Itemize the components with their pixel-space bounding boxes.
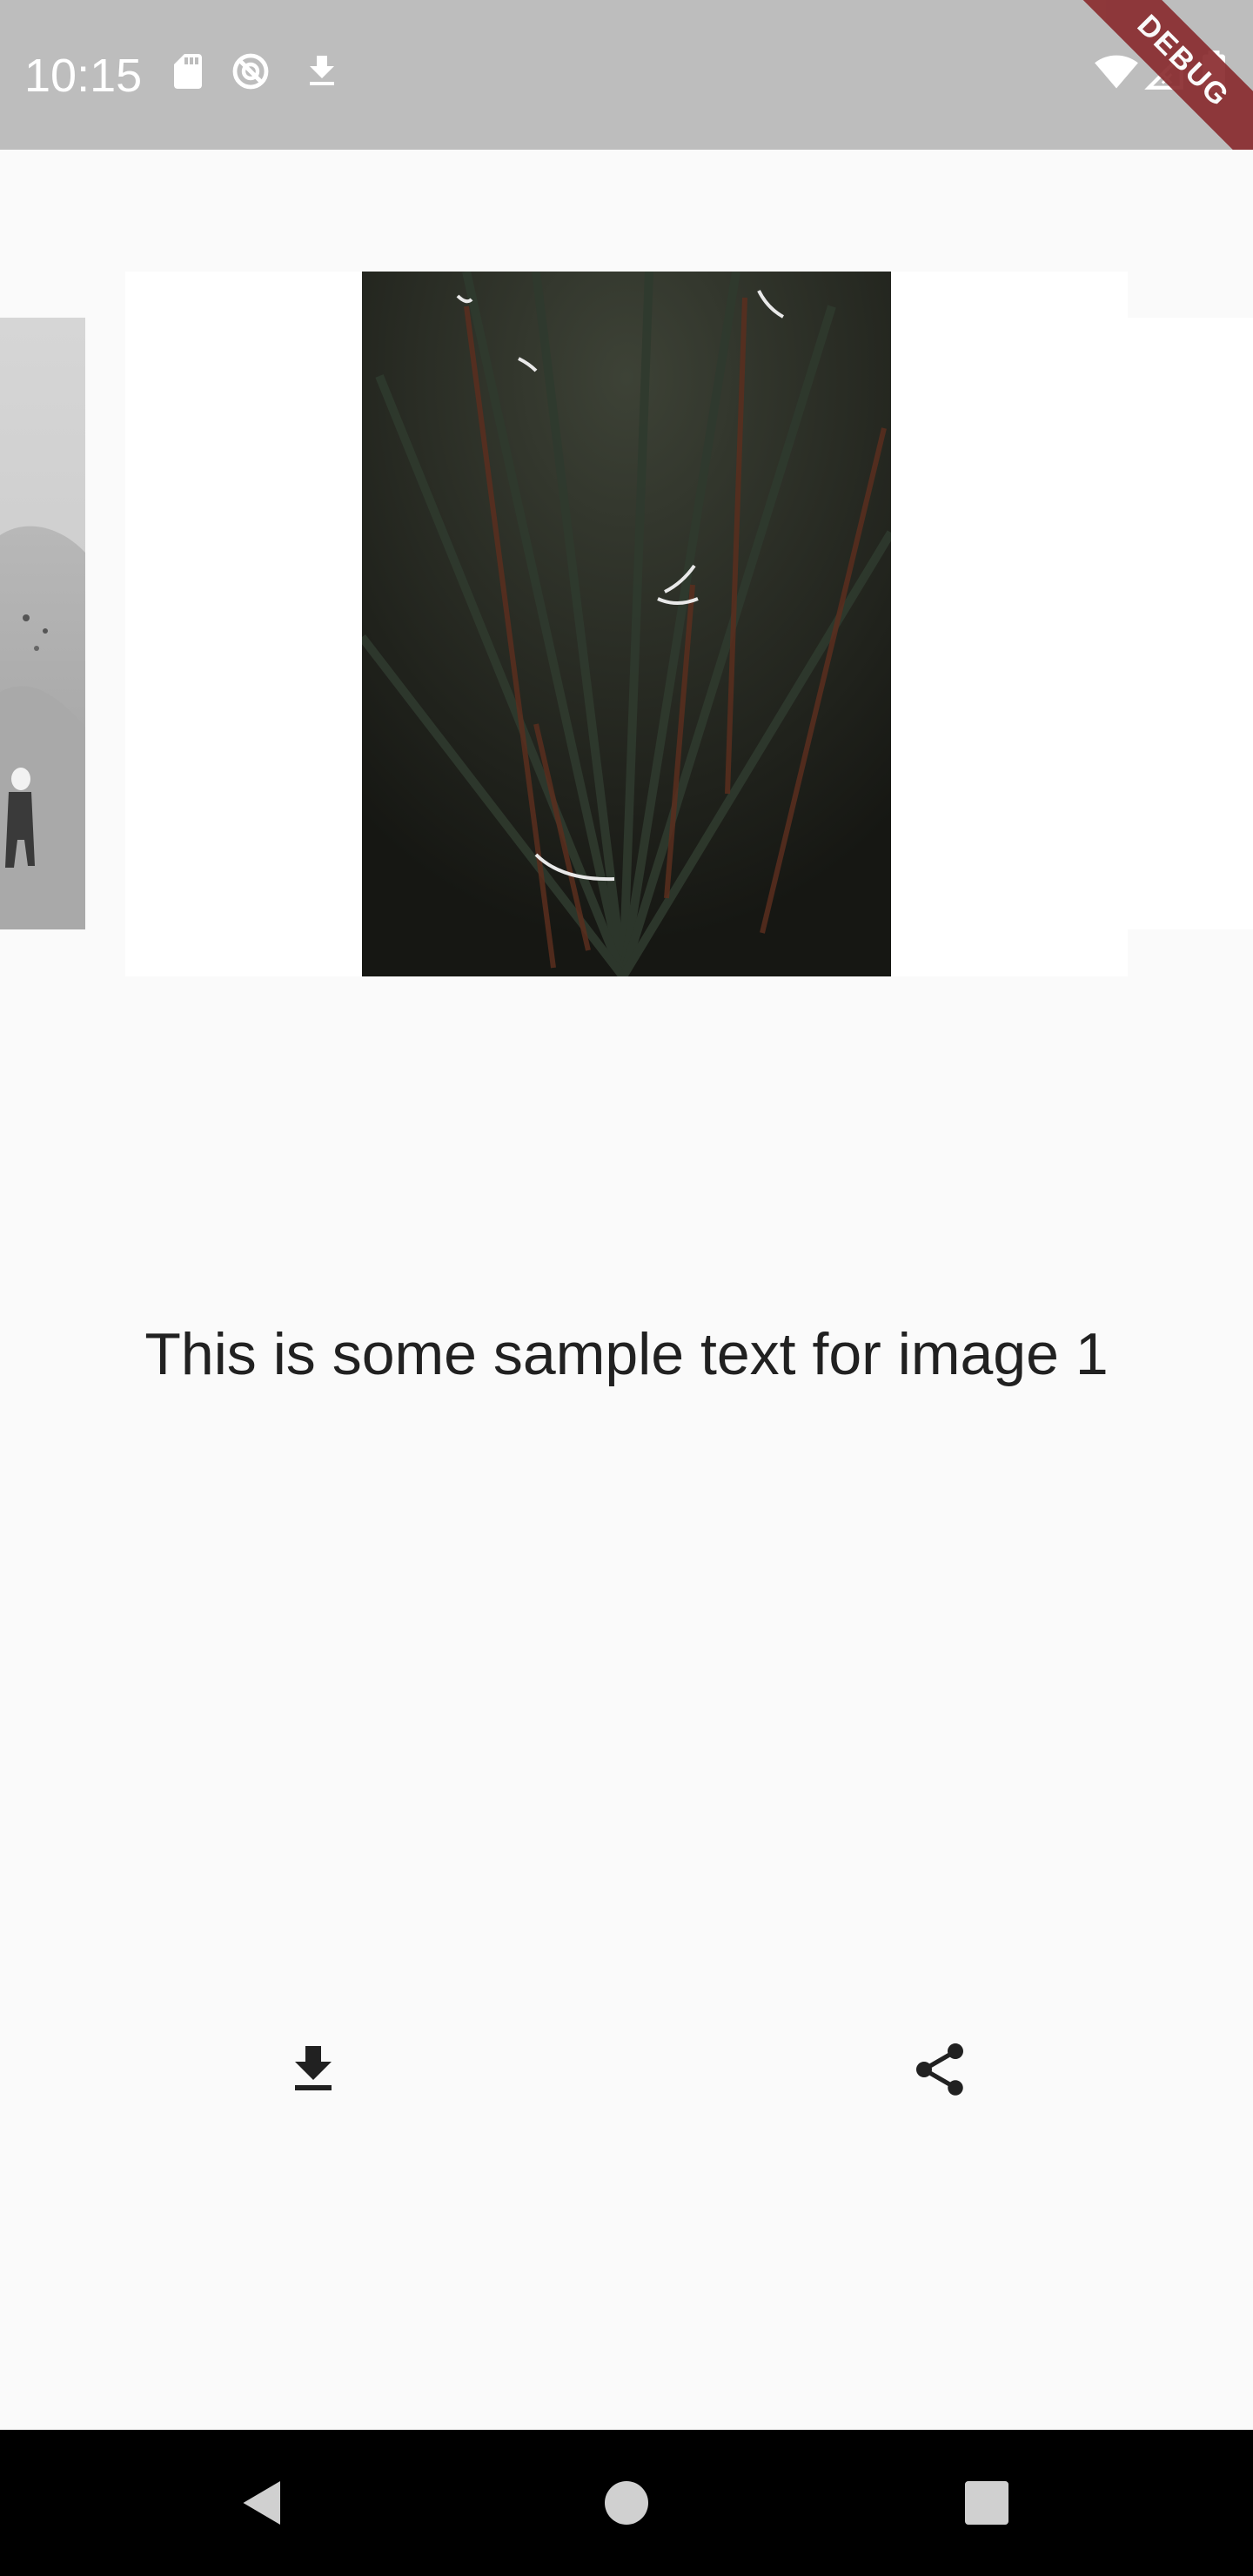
download-icon — [295, 2046, 332, 2090]
status-time: 10:15 — [24, 50, 143, 102]
current-image-card[interactable] — [125, 272, 1128, 976]
share-button[interactable] — [898, 2028, 982, 2111]
recents-button[interactable] — [952, 2468, 1022, 2538]
sd-card-icon — [167, 49, 209, 94]
download-button[interactable] — [271, 2028, 355, 2111]
back-button[interactable] — [228, 2468, 298, 2538]
back-triangle-icon — [243, 2481, 280, 2525]
desert-photo — [0, 318, 85, 929]
image-carousel[interactable] — [0, 150, 1253, 1020]
share-icon — [916, 2043, 963, 2096]
next-image-card[interactable] — [1128, 318, 1253, 929]
wifi-icon — [1093, 49, 1140, 94]
sync-disabled-icon — [230, 49, 271, 94]
image-caption: This is some sample text for image 1 — [144, 1321, 1109, 1387]
status-bar: 10:15 DEBUG — [0, 0, 1253, 150]
navigation-bar — [0, 2430, 1253, 2576]
spiky-plant-photo — [362, 272, 891, 976]
previous-image-card[interactable] — [0, 318, 85, 929]
download-icon — [301, 49, 343, 94]
recents-square-icon — [965, 2481, 1008, 2525]
home-button[interactable] — [592, 2468, 661, 2538]
home-circle-icon — [605, 2481, 648, 2525]
